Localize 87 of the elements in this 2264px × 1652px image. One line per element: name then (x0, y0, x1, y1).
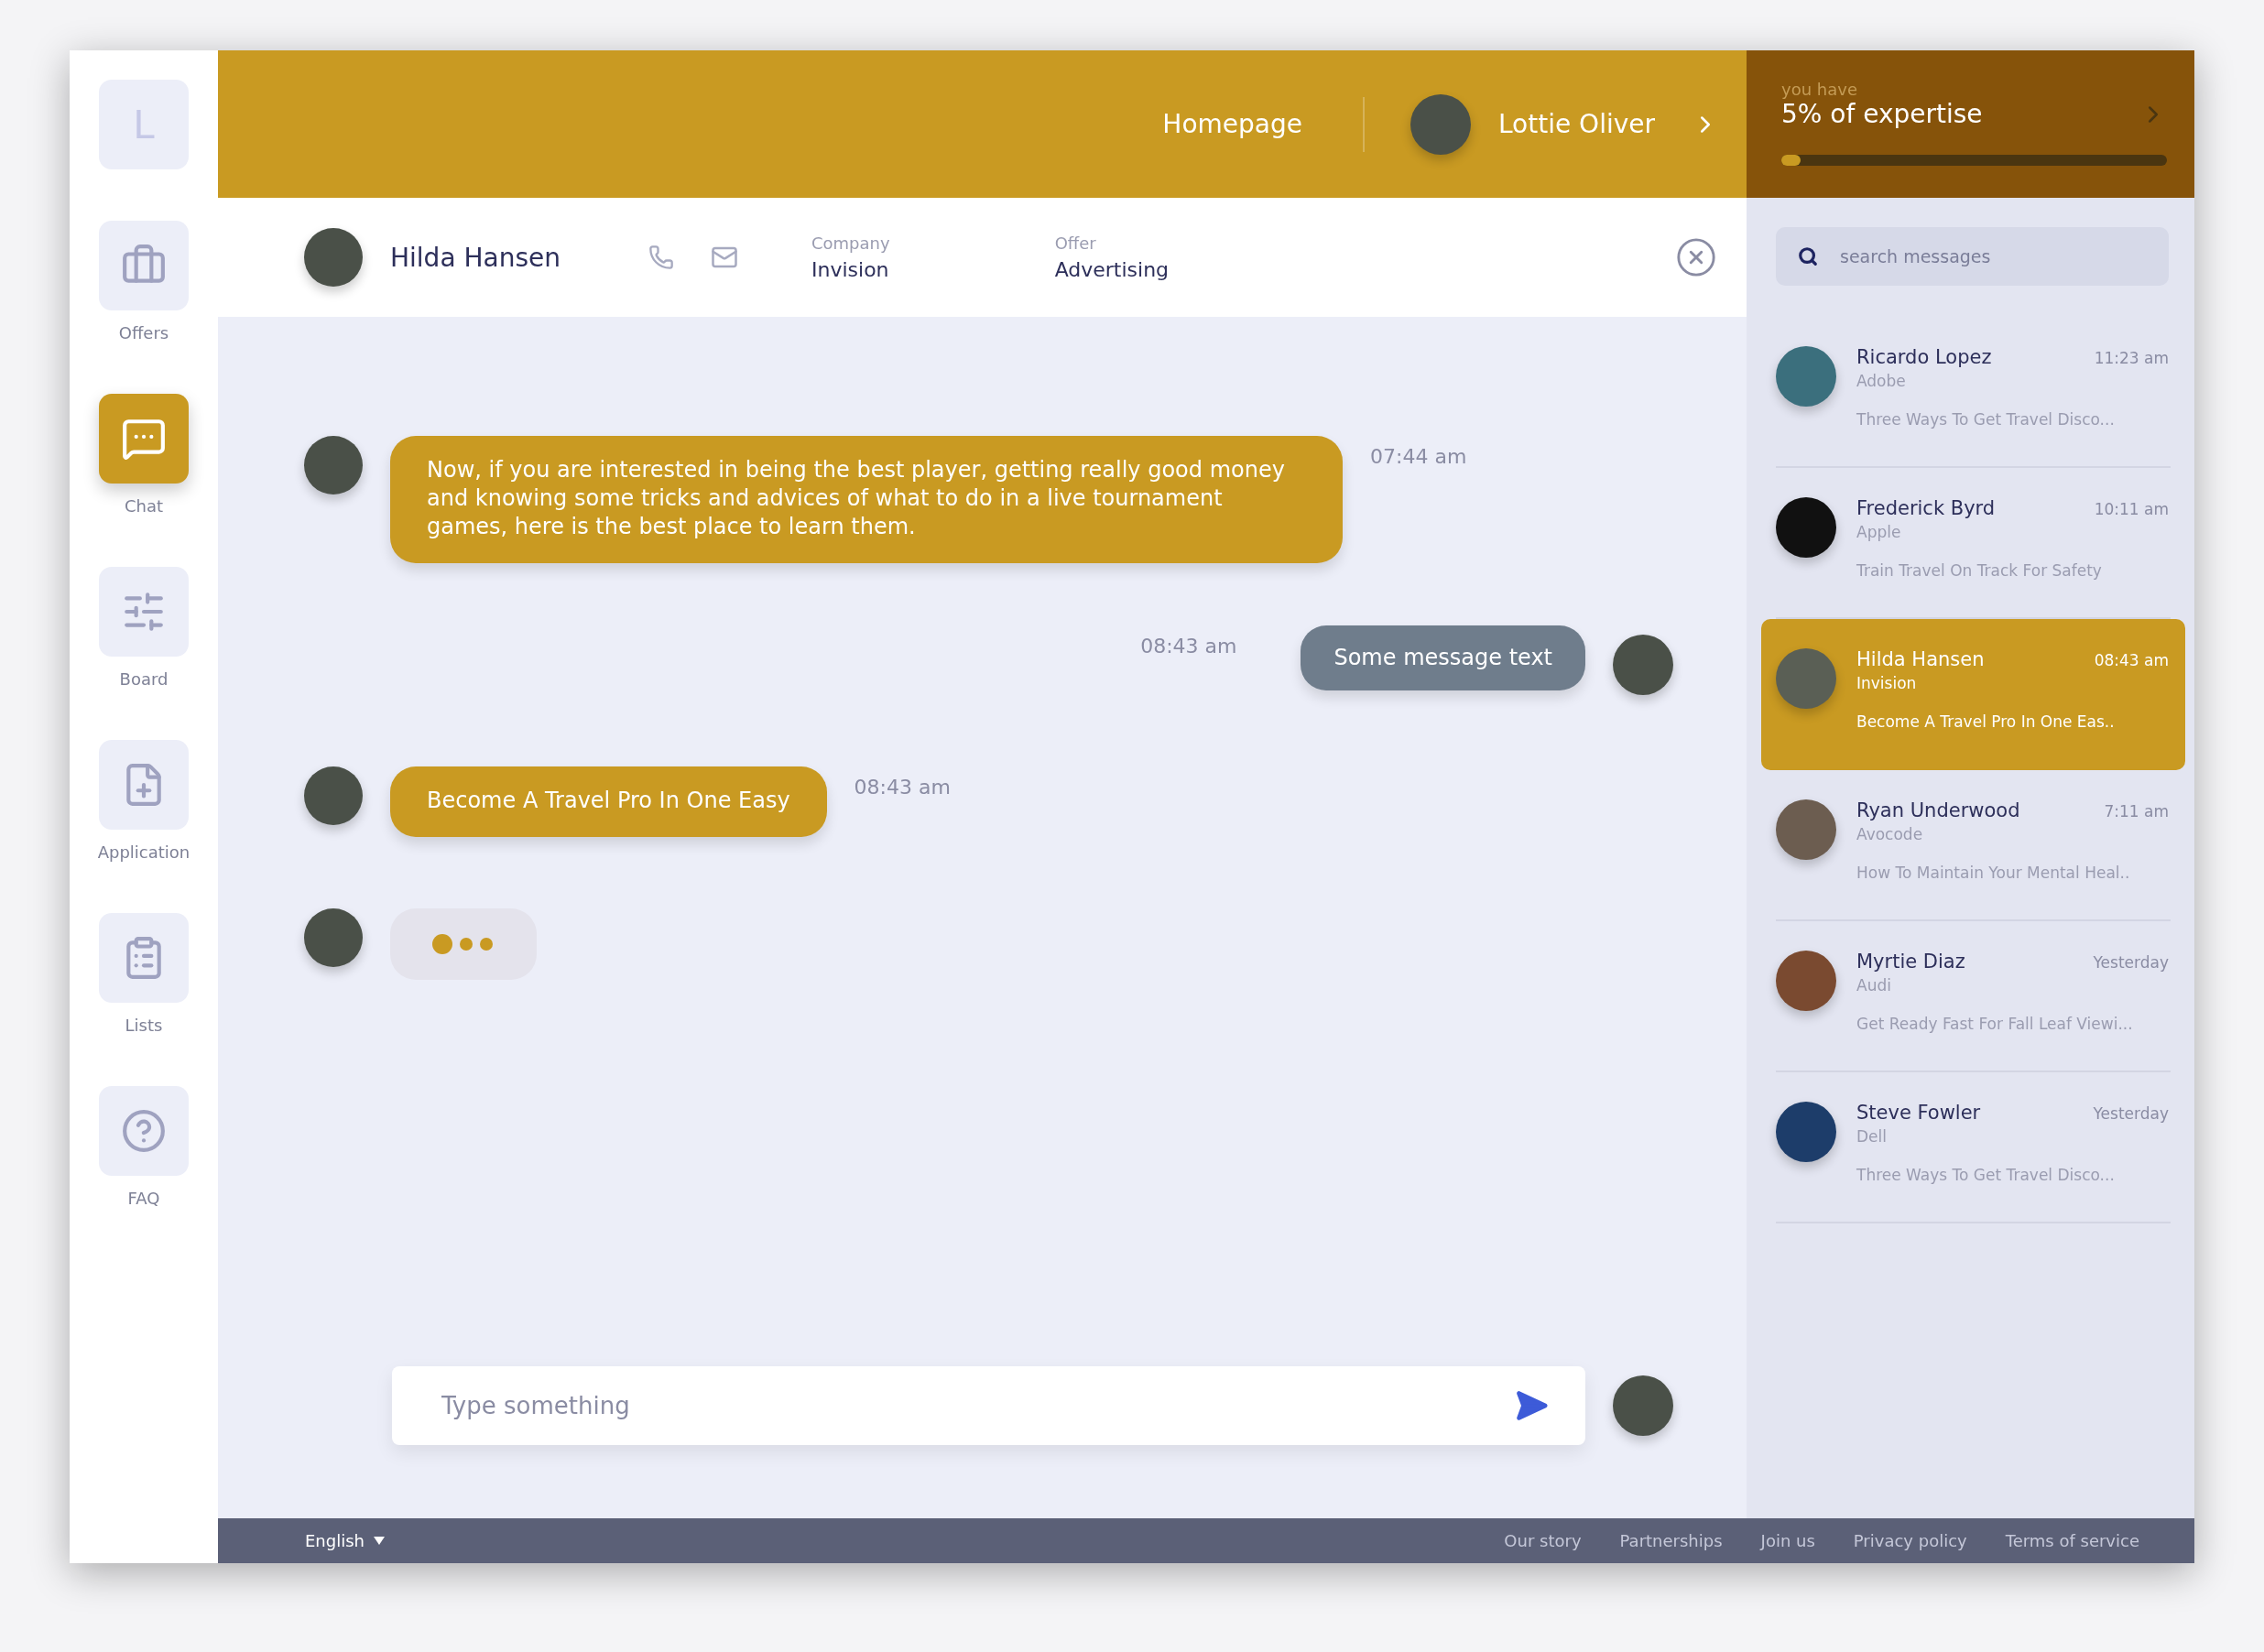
conversation-time: Yesterday (2093, 1104, 2169, 1123)
company-value: Invision (811, 258, 890, 281)
footer-link[interactable]: Partnerships (1619, 1531, 1723, 1550)
message-bubble: Become A Travel Pro In One Easy (390, 766, 827, 837)
user-avatar (1613, 1375, 1673, 1436)
caret-icon (374, 1537, 385, 1545)
user-avatar (1410, 93, 1471, 155)
footer-link[interactable]: Privacy policy (1853, 1531, 1967, 1550)
nav-button[interactable] (99, 1086, 189, 1176)
company-label: Company (811, 234, 890, 253)
conversation-item[interactable]: Hilda Hansen 08:43 am Invision Become A Travel Pro In One Eas.. (1761, 619, 2185, 770)
footer-link[interactable]: Join us (1760, 1531, 1815, 1550)
contact-avatar (1776, 799, 1836, 860)
phone-icon[interactable] (648, 245, 674, 270)
message-field[interactable]: Type something (392, 1366, 1585, 1445)
contact-avatar (304, 228, 363, 287)
message-time: 08:43 am (854, 776, 951, 799)
conversation-time: 7:11 am (2104, 802, 2169, 821)
message-input[interactable]: Type something (440, 1391, 1514, 1420)
offer-value: Advertising (1054, 258, 1170, 281)
close-icon[interactable] (1675, 236, 1717, 278)
typing-dots-icon (431, 933, 495, 955)
conversation-item[interactable]: Ricardo Lopez 11:23 am Adobe Three Ways To Get Travel Disco... (1761, 317, 2185, 468)
conversation-company: Avocode (1856, 825, 1924, 843)
nav-label: Board (119, 669, 169, 689)
conversation-company: Dell (1856, 1127, 1888, 1146)
contact-avatar (304, 436, 363, 495)
search-box[interactable]: search messages (1776, 227, 2169, 286)
message-bubble: Some message text (1301, 625, 1585, 690)
homepage-link[interactable]: Homepage (1102, 96, 1365, 152)
search-field[interactable]: search messages (1838, 245, 2147, 267)
footer-link[interactable]: Terms of service (2005, 1531, 2139, 1550)
conversation-name: Hilda Hansen (1856, 648, 1985, 670)
expertise-caption: you have (1781, 80, 1858, 99)
user-avatar (1613, 635, 1673, 695)
search-icon (1798, 246, 1818, 266)
conversation-time: 11:23 am (2094, 349, 2169, 367)
nav-label: Chat (124, 496, 164, 516)
nav-label: Lists (125, 1016, 163, 1035)
expertise-title: 5% of expertise (1781, 99, 1983, 129)
conversation-preview: Train Travel On Track For Safety (1856, 561, 2103, 580)
conversation-name: Steve Fowler (1856, 1102, 1981, 1124)
message-time: 08:43 am (1140, 635, 1237, 658)
conversation-item[interactable]: Ryan Underwood 7:11 am Avocode How To Maintain Your Mental Heal.. (1761, 770, 2185, 921)
nav-button[interactable] (99, 740, 189, 830)
conversation-name: Frederick Byrd (1856, 497, 1996, 519)
nav-label: Application (97, 842, 190, 862)
conversation-company: Invision (1856, 674, 1918, 692)
nav-label: FAQ (127, 1189, 160, 1208)
conversation-preview: Get Ready Fast For Fall Leaf Viewi... (1856, 1015, 2134, 1033)
user-name[interactable]: Lottie Oliver (1498, 109, 1655, 139)
nav-button[interactable] (99, 221, 189, 310)
nav-button[interactable] (99, 913, 189, 1003)
question-icon (121, 1108, 167, 1154)
nav-button[interactable] (99, 567, 189, 657)
conversation-company: Audi (1856, 976, 1892, 994)
contact-avatar (1776, 951, 1836, 1011)
contact-name: Hilda Hansen (390, 242, 561, 273)
conversation-preview: Three Ways To Get Travel Disco... (1856, 1166, 2116, 1184)
contact-avatar (1776, 346, 1836, 407)
conversation-item[interactable]: Frederick Byrd 10:11 am Apple Train Travel On Track For Safety (1761, 468, 2185, 619)
conversation-preview: Become A Travel Pro In One Eas.. (1856, 712, 2116, 731)
language-select[interactable]: English (305, 1531, 385, 1550)
contact-avatar (304, 908, 363, 967)
message-bubble: Now, if you are interested in being the best player, getting really good money and knowing some tricks and advices of what to do in a live tournament games, here is the best place to learn them. (390, 436, 1343, 563)
contact-avatar (1776, 497, 1836, 558)
conversation-item[interactable]: Myrtie Diaz Yesterday Audi Get Ready Fast For Fall Leaf Viewi... (1761, 921, 2185, 1072)
conversation-item[interactable]: Steve Fowler Yesterday Dell Three Ways To Get Travel Disco... (1761, 1072, 2185, 1223)
conversation-name: Ryan Underwood (1856, 799, 2020, 821)
send-icon[interactable] (1514, 1388, 1549, 1423)
nav-button[interactable] (99, 394, 189, 484)
conversation-preview: Three Ways To Get Travel Disco... (1856, 410, 2116, 429)
conversation-preview: How To Maintain Your Mental Heal.. (1856, 864, 2131, 882)
conversation-name: Myrtie Diaz (1856, 951, 1965, 973)
contact-avatar (1776, 648, 1836, 709)
contact-avatar (304, 766, 363, 825)
conversation-time: Yesterday (2093, 953, 2169, 972)
footer-link[interactable]: Our story (1504, 1531, 1582, 1550)
conversation-company: Adobe (1856, 372, 1907, 390)
conversation-time: 08:43 am (2094, 651, 2169, 669)
conversation-company: Apple (1856, 523, 1902, 541)
contact-avatar (1776, 1102, 1836, 1162)
nav-label: Offers (118, 323, 169, 342)
conversation-name: Ricardo Lopez (1856, 346, 1992, 368)
message-time: 07:44 am (1370, 445, 1467, 468)
conversation-time: 10:11 am (2094, 500, 2169, 518)
offer-label: Offer (1054, 234, 1097, 253)
